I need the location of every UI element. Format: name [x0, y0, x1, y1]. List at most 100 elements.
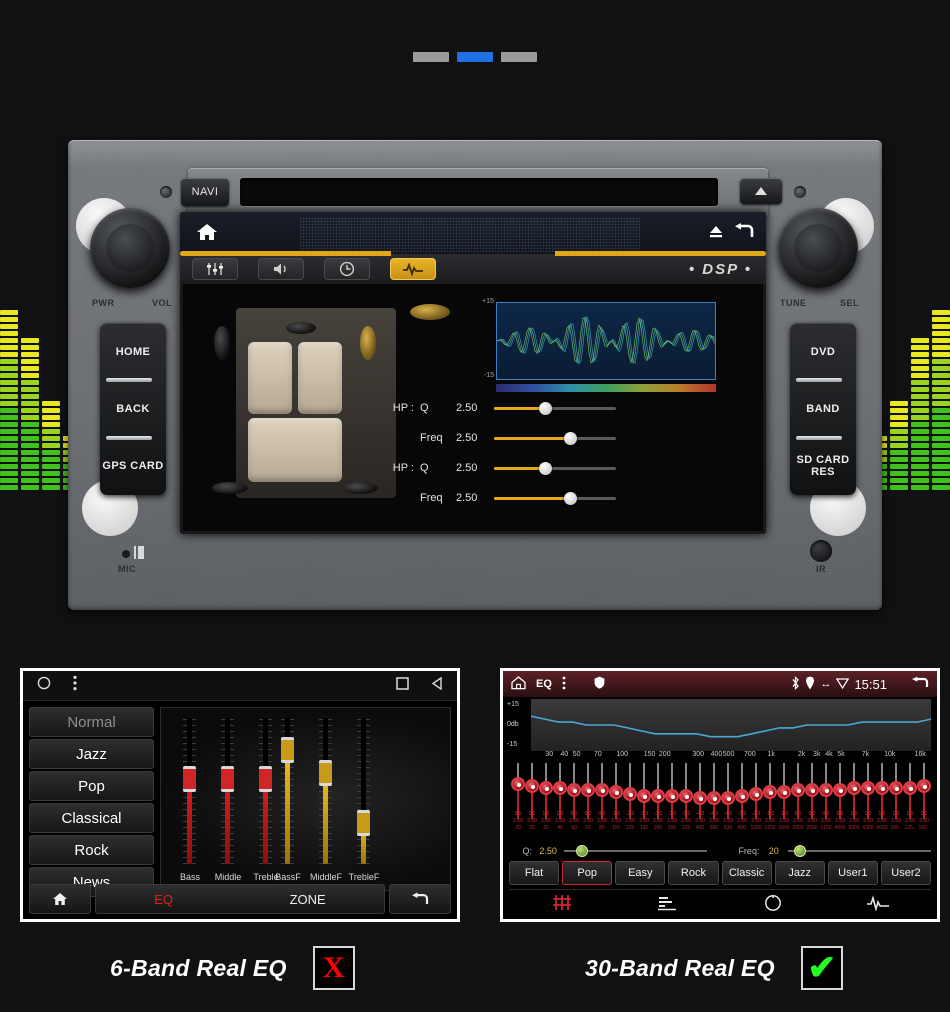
- preset-jazz[interactable]: Jazz: [774, 861, 825, 885]
- navi-button[interactable]: NAVI: [181, 178, 229, 206]
- dsp-control-row[interactable]: HP : Q 2.50: [360, 401, 616, 415]
- fader-cap[interactable]: [281, 737, 294, 764]
- preset-classic[interactable]: Classic: [721, 861, 772, 885]
- dsp-screen[interactable]: • DSP • +15 -15 HP : Q 2.50 Freq 2.50 HP : Q 2.…: [180, 212, 766, 534]
- pagination-bar-2-active[interactable]: [457, 52, 493, 62]
- preset-pop[interactable]: Pop: [562, 861, 613, 885]
- home-icon[interactable]: [196, 222, 218, 246]
- band-knob[interactable]: [889, 781, 903, 796]
- preset-rock[interactable]: Rock: [668, 861, 719, 885]
- fader-bassf[interactable]: BassF: [275, 718, 301, 882]
- dsp-control-row[interactable]: Freq 2.50: [360, 491, 616, 505]
- band-knob[interactable]: [580, 783, 595, 797]
- preset-user1[interactable]: User1: [827, 861, 878, 885]
- tab-delay[interactable]: [324, 258, 370, 280]
- band-knob[interactable]: [917, 779, 931, 794]
- panel-6band-eq[interactable]: Normal Jazz Pop Classical Rock News Bass Middl…: [20, 668, 460, 922]
- dsp-control-row[interactable]: HP : Q 2.50: [360, 461, 616, 475]
- band-knob[interactable]: [874, 781, 889, 796]
- dsp-control-row[interactable]: Freq 2.50: [360, 431, 616, 445]
- shield-icon[interactable]: [594, 676, 605, 692]
- pagination-dots[interactable]: [0, 52, 950, 62]
- fader-cap[interactable]: [319, 760, 332, 787]
- preset-pop[interactable]: Pop: [29, 771, 154, 801]
- band-knob[interactable]: [538, 781, 553, 796]
- fader-cap[interactable]: [183, 766, 196, 793]
- dsp-slider-knob[interactable]: [539, 461, 553, 475]
- volume-knob[interactable]: [90, 208, 170, 288]
- eject-icon[interactable]: [708, 224, 724, 245]
- dsp-slider-knob[interactable]: [539, 401, 553, 415]
- band-knob[interactable]: [665, 788, 679, 803]
- band-knob[interactable]: [524, 779, 539, 794]
- preset-user2[interactable]: User2: [880, 861, 931, 885]
- dsp-control-slider[interactable]: [494, 431, 616, 445]
- band-knob[interactable]: [511, 777, 525, 792]
- dsp-slider-knob[interactable]: [563, 431, 577, 445]
- zone-tab-label[interactable]: ZONE: [290, 892, 326, 907]
- preset-rock[interactable]: Rock: [29, 835, 154, 865]
- preset-classical[interactable]: Classical: [29, 803, 154, 833]
- waveform-icon[interactable]: [826, 890, 932, 915]
- band-knob[interactable]: [763, 784, 777, 799]
- balance-icon[interactable]: [720, 890, 826, 915]
- band-knob[interactable]: [650, 788, 665, 803]
- fader-cap[interactable]: [221, 766, 234, 793]
- preset-jazz[interactable]: Jazz: [29, 739, 154, 769]
- gps-card-button[interactable]: GPS CARD: [100, 435, 166, 495]
- band-knob[interactable]: [833, 783, 847, 797]
- band-knob[interactable]: [692, 790, 707, 805]
- kebab-menu-icon[interactable]: [562, 676, 566, 693]
- triangle-back-icon[interactable]: [431, 676, 443, 695]
- back-button-6band[interactable]: [389, 884, 451, 914]
- fader-middlef[interactable]: MiddleF: [310, 718, 342, 882]
- band-knob[interactable]: [777, 784, 791, 799]
- tab-waveform[interactable]: [390, 258, 436, 280]
- mixer-icon[interactable]: [509, 890, 615, 915]
- fader-cap[interactable]: [259, 766, 272, 793]
- freq-slider[interactable]: [788, 845, 931, 857]
- band-knob[interactable]: [622, 786, 637, 801]
- back-arrow-icon[interactable]: [734, 223, 754, 246]
- dvd-button[interactable]: DVD: [790, 323, 856, 380]
- tab-volume[interactable]: [258, 258, 304, 280]
- preset-flat[interactable]: Flat: [509, 861, 560, 885]
- pagination-bar-3[interactable]: [501, 52, 537, 62]
- bars-icon[interactable]: [615, 890, 721, 915]
- eject-button[interactable]: [740, 178, 782, 204]
- q-slider[interactable]: [564, 845, 708, 857]
- band-knob[interactable]: [637, 788, 651, 803]
- band-knob[interactable]: [790, 783, 805, 797]
- dsp-control-slider[interactable]: [494, 491, 616, 505]
- preset-normal[interactable]: Normal: [29, 707, 154, 737]
- band-knob[interactable]: [609, 784, 623, 799]
- fader-treblef[interactable]: TrebleF: [349, 718, 379, 882]
- home-button-6band[interactable]: [29, 884, 91, 914]
- band-slider-area[interactable]: 3.0 2.50 20 2.0 2.50 25 1.0 2.50 32 1.0 2.50 40 0.0 2…: [511, 763, 931, 841]
- preset-easy[interactable]: Easy: [615, 861, 666, 885]
- band-knob[interactable]: [707, 790, 721, 805]
- dsp-slider-knob[interactable]: [563, 491, 577, 505]
- tune-knob[interactable]: [778, 208, 858, 288]
- band-knob[interactable]: [566, 783, 581, 797]
- band-knob[interactable]: [679, 788, 693, 803]
- band-knob[interactable]: [749, 786, 763, 801]
- fader-middle[interactable]: Middle: [215, 718, 241, 882]
- band-knob[interactable]: [903, 781, 917, 796]
- tab-sliders[interactable]: [192, 258, 238, 280]
- q-slider-knob[interactable]: [575, 845, 588, 857]
- pagination-bar-1[interactable]: [413, 52, 449, 62]
- band-knob[interactable]: [819, 783, 833, 797]
- band-button[interactable]: BAND: [790, 378, 856, 437]
- square-recents-icon[interactable]: [396, 676, 409, 695]
- circle-home-icon[interactable]: [37, 676, 51, 695]
- dsp-control-slider[interactable]: [494, 461, 616, 475]
- back-hard-button[interactable]: BACK: [100, 378, 166, 437]
- band-knob[interactable]: [721, 790, 735, 805]
- home-hard-button[interactable]: HOME: [100, 323, 166, 380]
- freq-slider-knob[interactable]: [793, 845, 806, 857]
- dsp-control-slider[interactable]: [494, 401, 616, 415]
- fader-bass[interactable]: Bass: [180, 718, 200, 882]
- fader-cap[interactable]: [357, 810, 370, 837]
- band-knob[interactable]: [595, 783, 609, 797]
